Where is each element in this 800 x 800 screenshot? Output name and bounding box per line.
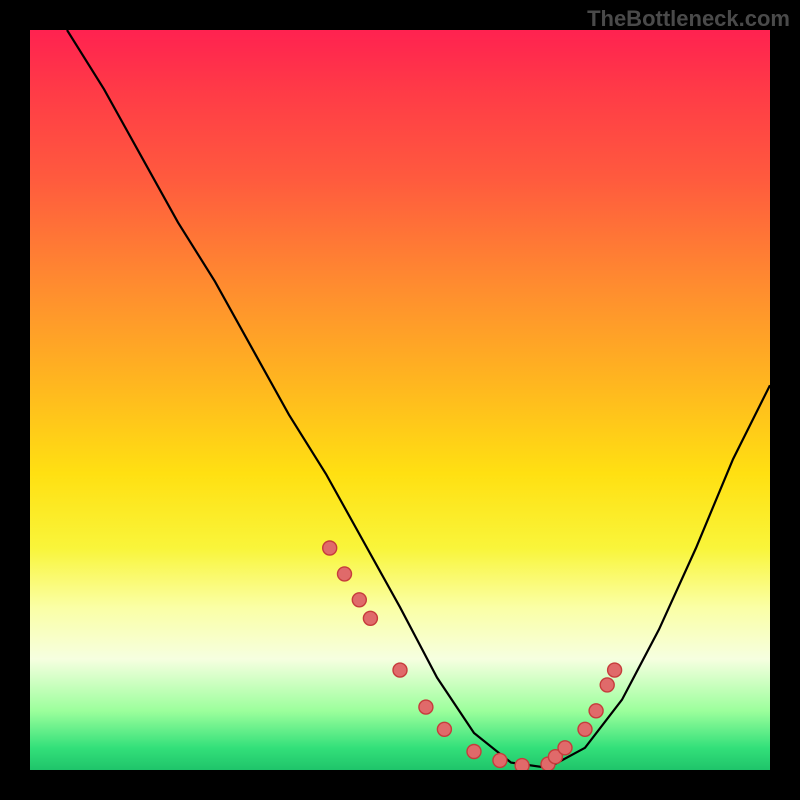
marker-dot (352, 593, 366, 607)
marker-dot (515, 759, 529, 770)
marker-dot (338, 567, 352, 581)
marker-dot (493, 753, 507, 767)
bottleneck-curve (67, 30, 770, 768)
marker-group (323, 541, 622, 770)
watermark-text: TheBottleneck.com (587, 6, 790, 32)
marker-dot (419, 700, 433, 714)
marker-dot (467, 745, 481, 759)
marker-dot (323, 541, 337, 555)
marker-dot (578, 722, 592, 736)
marker-dot (363, 611, 377, 625)
marker-dot (600, 678, 614, 692)
marker-dot (608, 663, 622, 677)
marker-dot (393, 663, 407, 677)
marker-dot (548, 750, 562, 764)
marker-dot (541, 757, 555, 770)
chart-frame: TheBottleneck.com (0, 0, 800, 800)
chart-svg (30, 30, 770, 770)
marker-dot (558, 741, 572, 755)
plot-area (30, 30, 770, 770)
marker-dot (589, 704, 603, 718)
marker-dot (437, 722, 451, 736)
